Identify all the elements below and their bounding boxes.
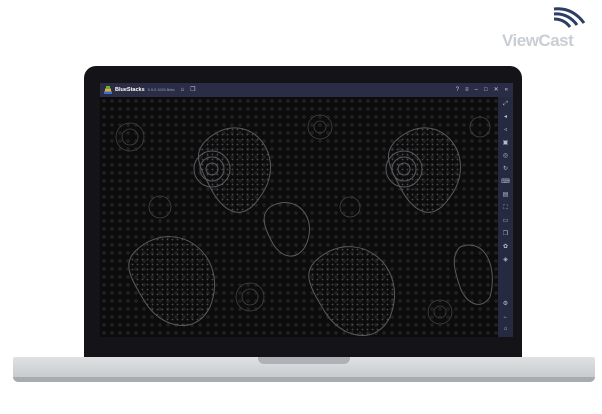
multi-instance-icon[interactable]: ❐ xyxy=(190,87,195,93)
paisley-pattern xyxy=(100,97,498,337)
help-icon[interactable]: ? xyxy=(456,87,459,93)
minimize-icon[interactable]: – xyxy=(475,87,478,93)
screen-record-icon[interactable]: ◎ xyxy=(500,151,511,161)
laptop-base-edge xyxy=(13,377,595,382)
home-icon[interactable]: ⌂ xyxy=(500,324,511,334)
bluestacks-logo-icon xyxy=(104,86,112,94)
home-icon[interactable]: ⌂ xyxy=(180,87,184,93)
volume-down-icon[interactable]: ◃ xyxy=(500,125,511,135)
bluestacks-sidebar: ⤢ ◂ ◃ ▣ ◎ ↻ ⌨ ▤ ⛶ ▭ ❐ ✿ ◈ ⚙ ← ⌂ xyxy=(498,97,513,337)
media-icon[interactable]: ▣ xyxy=(500,138,511,148)
volume-up-icon[interactable]: ◂ xyxy=(500,112,511,122)
apk-install-icon[interactable]: ▤ xyxy=(500,190,511,200)
window-controls: ? ≡ – □ ✕ « xyxy=(456,87,508,93)
folder-icon[interactable]: ▭ xyxy=(500,216,511,226)
menu-icon[interactable]: ≡ xyxy=(465,87,469,93)
laptop-notch xyxy=(258,357,350,364)
fullscreen-icon[interactable]: ⤢ xyxy=(500,99,511,109)
maximize-icon[interactable]: □ xyxy=(484,87,488,93)
bluestacks-titlebar: BlueStacks 5.9.0.1026 Beta ⌂ ❐ ? ≡ – □ ✕… xyxy=(100,83,513,97)
app-version: 5.9.0.1026 Beta xyxy=(147,88,175,92)
macro-icon[interactable]: ⌨ xyxy=(500,177,511,187)
viewcast-logo: ViewCast xyxy=(500,5,596,50)
screenshot-icon[interactable]: ⛶ xyxy=(500,203,511,213)
logo-text: ViewCast xyxy=(502,31,574,50)
rotate-icon[interactable]: ↻ xyxy=(500,164,511,174)
close-icon[interactable]: ✕ xyxy=(494,87,499,93)
multi-instance-icon[interactable]: ❐ xyxy=(500,229,511,239)
paisley-wallpaper xyxy=(100,97,498,337)
collapse-sidebar-icon[interactable]: « xyxy=(505,87,508,93)
app-name: BlueStacks xyxy=(115,87,145,93)
layers-icon[interactable]: ◈ xyxy=(500,255,511,265)
back-icon[interactable]: ← xyxy=(500,312,511,322)
laptop-screen: BlueStacks 5.9.0.1026 Beta ⌂ ❐ ? ≡ – □ ✕… xyxy=(100,83,513,337)
eco-mode-icon[interactable]: ✿ xyxy=(500,242,511,252)
signal-waves-icon xyxy=(553,7,586,28)
settings-icon[interactable]: ⚙ xyxy=(500,299,511,309)
